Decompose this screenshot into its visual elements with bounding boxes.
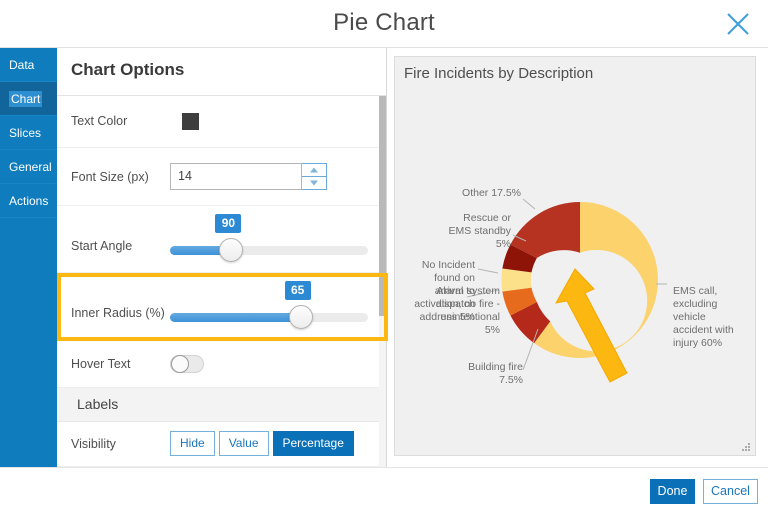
slider-fill <box>170 313 301 322</box>
slider-handle[interactable] <box>219 238 243 262</box>
inner-radius-value: 65 <box>285 281 311 300</box>
font-size-input[interactable]: 14 <box>170 163 302 190</box>
slice-no-incident[interactable] <box>502 269 532 292</box>
done-button[interactable]: Done <box>650 479 695 504</box>
row-hover-text: Hover Text <box>57 340 379 388</box>
chart-label-rescue: Rescue or EMS standby 5% <box>405 212 511 251</box>
hover-text-toggle[interactable] <box>170 355 204 373</box>
chart-label-ems-call: EMS call, excluding vehicle accident wit… <box>673 285 751 350</box>
row-start-angle: Start Angle 90 <box>57 206 379 273</box>
sidebar-tabs: Data Chart Slices General Actions <box>0 48 57 513</box>
page-title: Pie Chart <box>0 9 768 37</box>
sidebar-item-label: Data <box>9 58 34 72</box>
hover-text-label: Hover Text <box>71 357 131 371</box>
slider-handle[interactable] <box>289 305 313 329</box>
chart-preview-panel: Fire Incidents by Description <box>394 56 756 456</box>
chart-label-alarm: Alarm system activation, no fire - unint… <box>403 285 500 337</box>
chart-options-panel: Chart Options Text Color Font Size (px) … <box>57 48 387 467</box>
labels-section-label: Labels <box>77 396 118 412</box>
font-size-spinner <box>302 163 327 190</box>
dialog-footer: Done Cancel <box>0 467 768 513</box>
sidebar-item-actions[interactable]: Actions <box>0 184 57 218</box>
donut-chart[interactable] <box>395 57 757 457</box>
chart-label-building-fire: Building fire 7.5% <box>423 361 523 387</box>
row-font-size: Font Size (px) 14 <box>57 148 379 206</box>
inner-radius-label: Inner Radius (%) <box>71 306 165 320</box>
font-size-control: 14 <box>170 163 327 190</box>
font-size-label: Font Size (px) <box>71 170 149 184</box>
visibility-label: Visibility <box>71 437 116 451</box>
sidebar-item-general[interactable]: General <box>0 150 57 184</box>
cancel-button[interactable]: Cancel <box>703 479 758 504</box>
spinner-up-icon[interactable] <box>302 164 326 177</box>
sidebar-item-label: Chart <box>9 91 42 107</box>
text-color-swatch[interactable] <box>182 113 199 130</box>
visibility-segmented-control: Hide Value Percentage <box>170 431 358 456</box>
visibility-option-percentage[interactable]: Percentage <box>273 431 354 456</box>
options-header-label: Chart Options <box>71 60 184 80</box>
sidebar-item-slices[interactable]: Slices <box>0 116 57 150</box>
labels-section-header: Labels <box>57 388 379 422</box>
pie-chart-dialog: Pie Chart Data Chart Slices General Acti… <box>0 0 768 513</box>
close-icon[interactable] <box>722 8 754 40</box>
sidebar-item-label: Slices <box>9 126 41 140</box>
options-scrollbar-thumb[interactable] <box>379 96 387 316</box>
resize-grip-icon[interactable] <box>740 440 752 452</box>
text-color-label: Text Color <box>71 114 127 128</box>
visibility-option-value[interactable]: Value <box>219 431 269 456</box>
start-angle-label: Start Angle <box>71 239 132 253</box>
options-header: Chart Options <box>57 48 387 96</box>
arrow-pointer-icon <box>556 269 627 382</box>
sidebar-item-label: General <box>9 160 52 174</box>
spinner-down-icon[interactable] <box>302 177 326 190</box>
row-inner-radius: Inner Radius (%) 65 <box>57 273 379 340</box>
dialog-titlebar: Pie Chart <box>0 0 768 48</box>
row-text-color: Text Color <box>57 96 379 148</box>
start-angle-value: 90 <box>215 214 241 233</box>
chart-label-other: Other 17.5% <box>405 187 521 200</box>
sidebar-item-data[interactable]: Data <box>0 48 57 82</box>
visibility-option-hide[interactable]: Hide <box>170 431 215 456</box>
slice-other[interactable] <box>510 202 580 258</box>
sidebar-item-chart[interactable]: Chart <box>0 82 57 116</box>
sidebar-item-label: Actions <box>9 194 48 208</box>
toggle-knob <box>171 355 189 373</box>
row-visibility: Visibility Hide Value Percentage <box>57 422 379 467</box>
